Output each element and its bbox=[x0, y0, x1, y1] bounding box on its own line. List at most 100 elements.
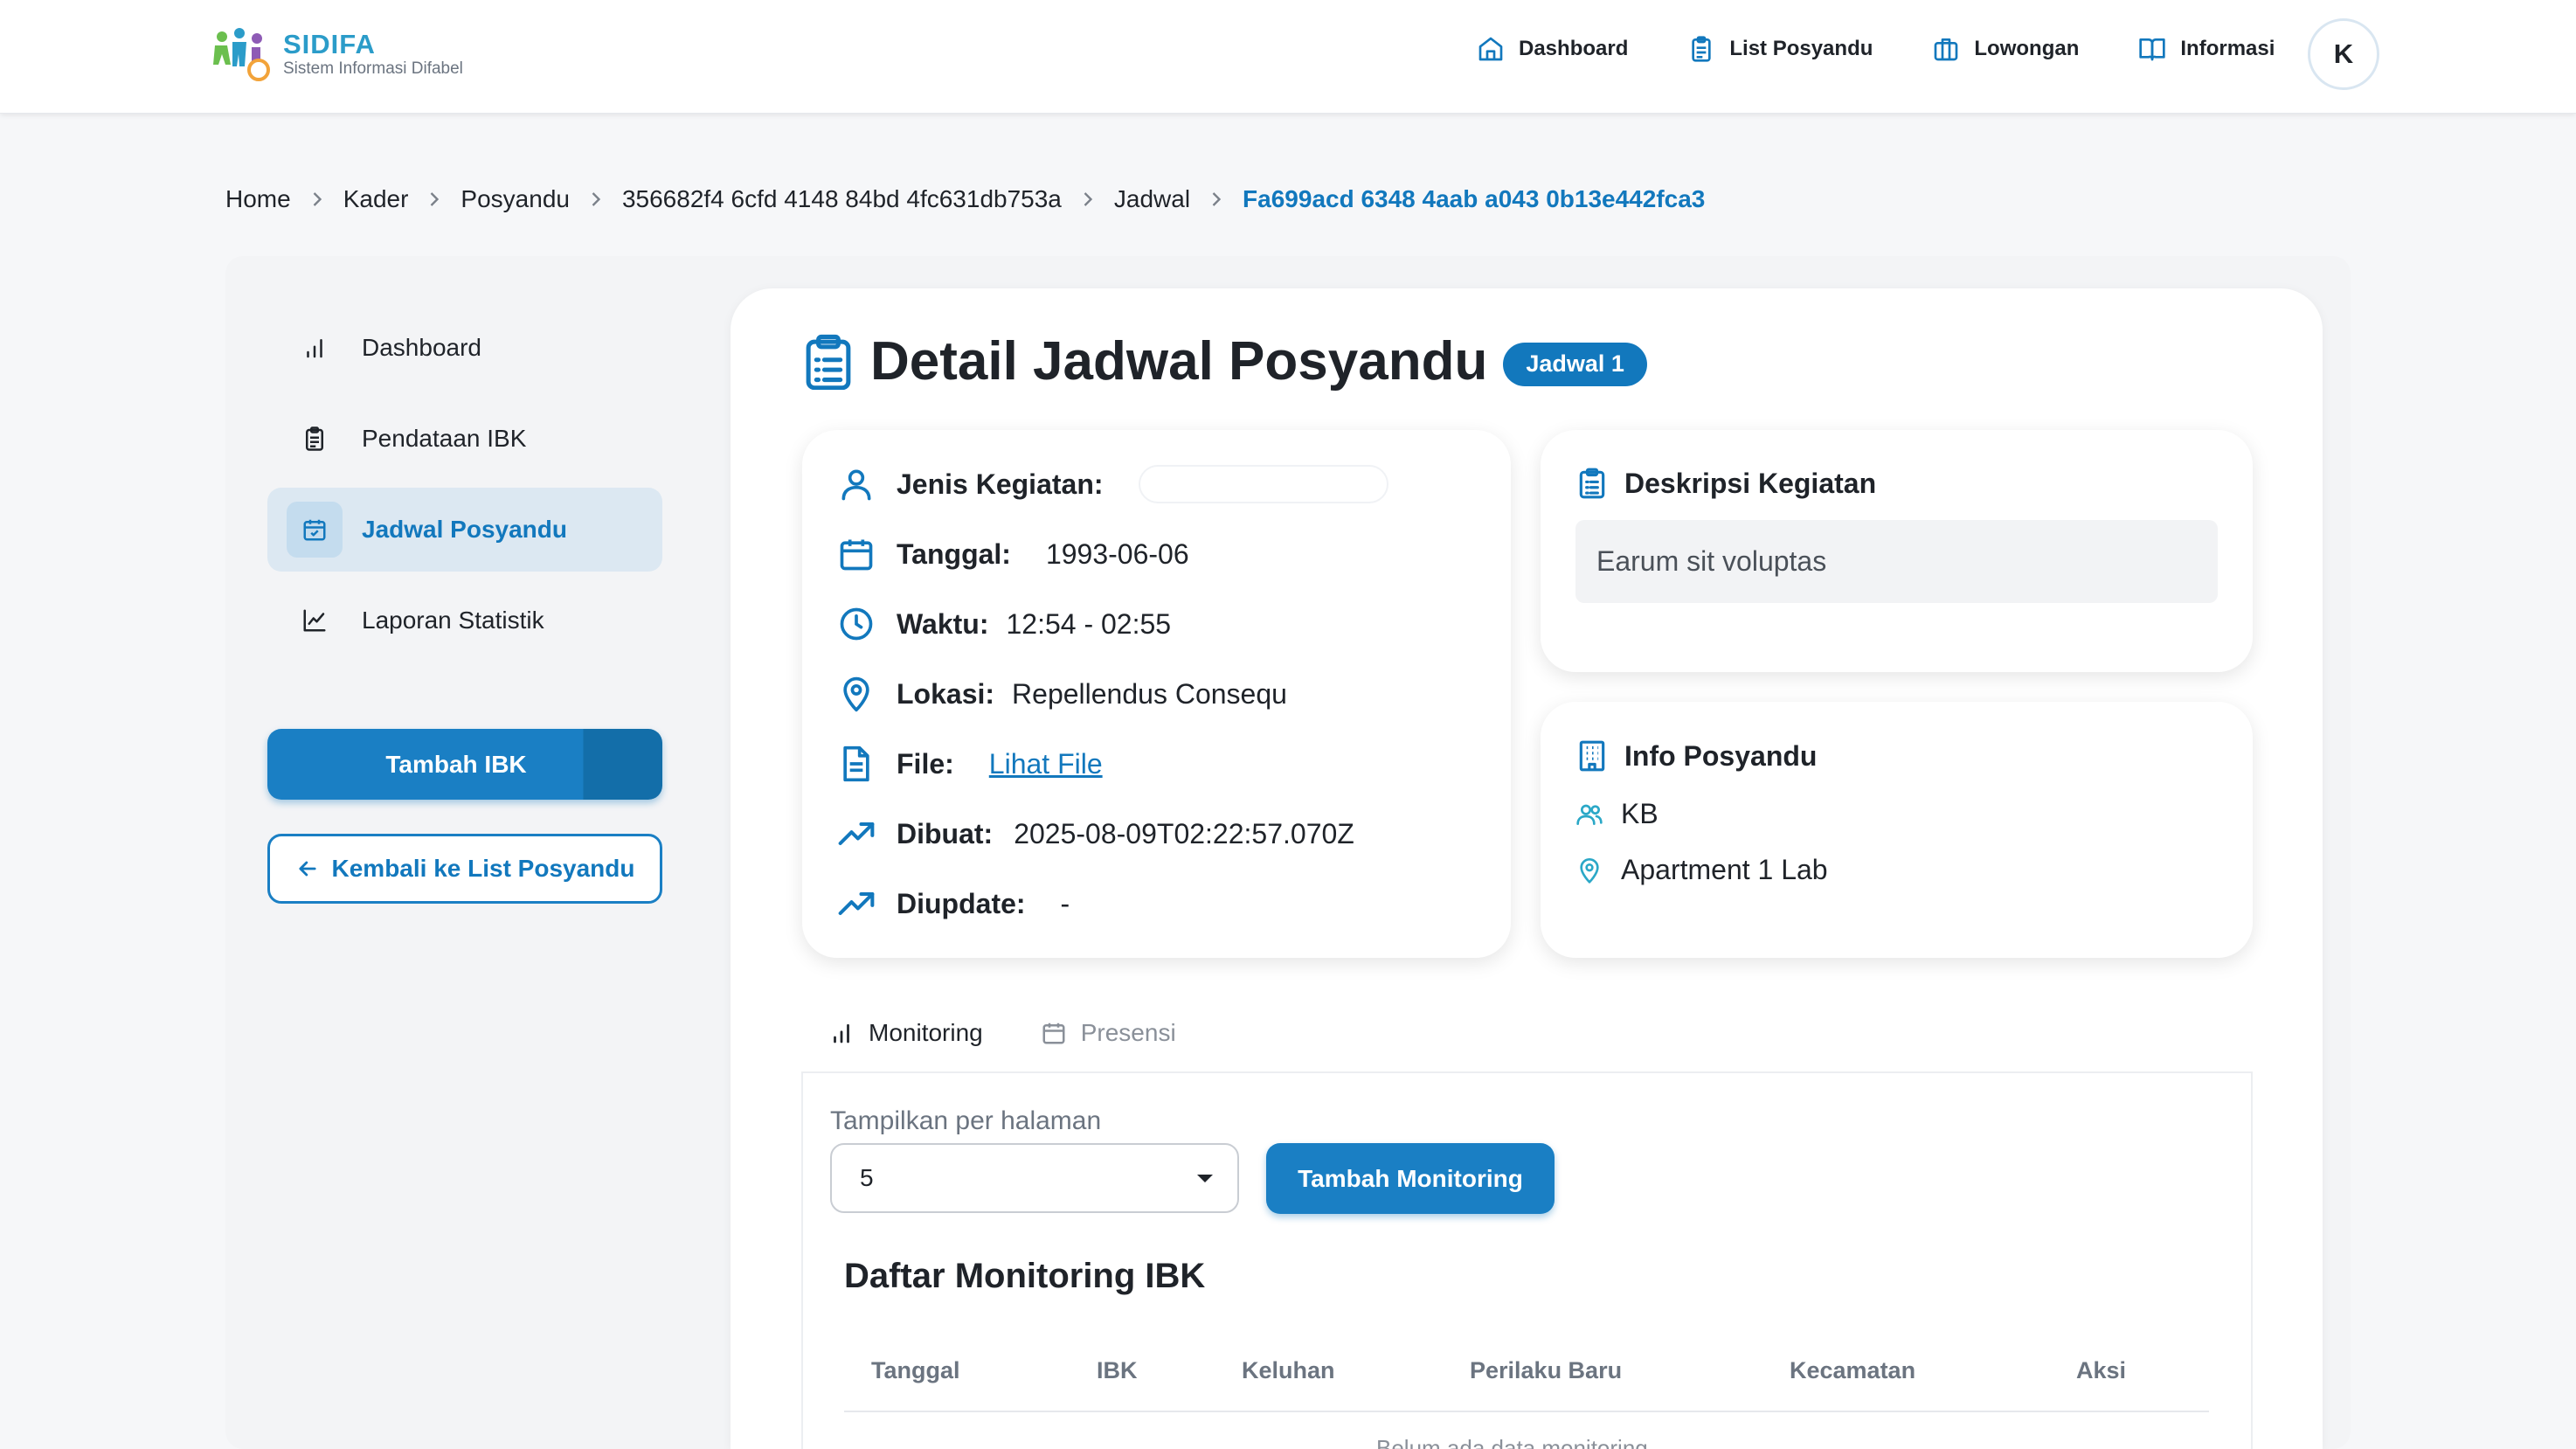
brand[interactable]: SIDIFA Sistem Informasi Difabel bbox=[210, 26, 463, 82]
add-monitoring-button[interactable]: Tambah Monitoring bbox=[1266, 1143, 1555, 1214]
file-text-icon bbox=[843, 745, 869, 782]
chevron-right-icon bbox=[1084, 192, 1093, 206]
posyandu-name: KB bbox=[1621, 798, 1658, 829]
posyandu-location-row: Apartment 1 Lab bbox=[1575, 854, 1828, 886]
trending-up-icon bbox=[838, 822, 875, 846]
nav-lowongan[interactable]: Lowongan bbox=[1932, 35, 2079, 63]
sidebar-item-pendataan-ibk[interactable]: Pendataan IBK bbox=[267, 397, 662, 481]
tab-presensi[interactable]: Presensi bbox=[1041, 1019, 1176, 1047]
breadcrumb-kader[interactable]: Kader bbox=[343, 185, 409, 213]
page-header: Detail Jadwal Posyandu Jadwal 1 bbox=[804, 330, 1647, 392]
lokasi-label: Lokasi: bbox=[897, 677, 995, 710]
clock-icon bbox=[840, 607, 873, 641]
jenis-kegiatan-value bbox=[1138, 465, 1388, 503]
tab-monitoring[interactable]: Monitoring bbox=[828, 1019, 983, 1047]
chevron-right-icon bbox=[592, 192, 601, 206]
sidebar-item-dashboard[interactable]: Dashboard bbox=[267, 306, 662, 390]
empty-table-message: Belum ada data monitoring bbox=[1376, 1435, 1648, 1449]
breadcrumb-posyandu-id[interactable]: 356682f4 6cfd 4148 84bd 4fc631db753a bbox=[622, 185, 1062, 213]
diupdate-value: - bbox=[1060, 887, 1070, 919]
description-text: Earum sit voluptas bbox=[1575, 520, 2218, 603]
posyandu-location: Apartment 1 Lab bbox=[1621, 854, 1828, 885]
description-header: Deskripsi Kegiatan bbox=[1575, 467, 1876, 500]
file-label: File: bbox=[897, 747, 954, 780]
breadcrumb-home[interactable]: Home bbox=[225, 185, 291, 213]
map-pin-icon bbox=[1580, 857, 1599, 884]
table-header-divider bbox=[844, 1411, 2209, 1412]
breadcrumb-posyandu[interactable]: Posyandu bbox=[460, 185, 570, 213]
lokasi-value: Repellendus Consequ bbox=[1012, 677, 1287, 710]
sidebar-item-label: Jadwal Posyandu bbox=[362, 516, 567, 543]
nav-list-posyandu[interactable]: List Posyandu bbox=[1687, 35, 1873, 63]
user-icon bbox=[841, 469, 871, 501]
view-file-link[interactable]: Lihat File bbox=[989, 748, 1103, 780]
posyandu-info-header: Info Posyandu bbox=[1575, 739, 1817, 773]
column-header-perilaku-baru[interactable]: Perilaku Baru bbox=[1470, 1357, 1622, 1384]
posyandu-name-row: KB bbox=[1575, 798, 1658, 830]
posyandu-info-title: Info Posyandu bbox=[1624, 739, 1818, 772]
nav-dashboard-label: Dashboard bbox=[1519, 37, 1629, 60]
brand-name: SIDIFA bbox=[283, 29, 376, 59]
calendar-check-icon bbox=[287, 502, 343, 558]
nav-dashboard[interactable]: Dashboard bbox=[1477, 35, 1628, 63]
clipboard-icon bbox=[1692, 36, 1712, 62]
description-title: Deskripsi Kegiatan bbox=[1624, 467, 1877, 499]
main-nav: Dashboard List Posyandu Lowongan Informa… bbox=[1477, 35, 2275, 63]
nav-informasi-label: Informasi bbox=[2180, 37, 2275, 60]
nav-list-posyandu-label: List Posyandu bbox=[1729, 37, 1873, 60]
detail-tanggal: Tanggal: 1993-06-06 bbox=[837, 535, 1189, 573]
add-ibk-button[interactable]: Tambah IBK bbox=[267, 729, 662, 800]
detail-file: File: Lihat File bbox=[837, 745, 1103, 783]
clipboard-list-icon bbox=[806, 334, 851, 390]
tanggal-value: 1993-06-06 bbox=[1045, 537, 1189, 570]
book-icon bbox=[2139, 38, 2166, 61]
page-title: Detail Jadwal Posyandu bbox=[870, 331, 1488, 392]
back-to-list-label: Kembali ke List Posyandu bbox=[331, 855, 635, 882]
per-page-select[interactable]: 5 bbox=[830, 1143, 1239, 1213]
chevron-right-icon bbox=[313, 192, 322, 206]
briefcase-icon bbox=[1935, 38, 1958, 61]
dibuat-label: Dibuat: bbox=[897, 817, 994, 849]
breadcrumb-jadwal[interactable]: Jadwal bbox=[1114, 185, 1190, 213]
brand-subtitle: Sistem Informasi Difabel bbox=[283, 59, 463, 78]
bar-chart-icon bbox=[834, 1023, 849, 1043]
waktu-label: Waktu: bbox=[897, 607, 989, 640]
bar-chart-icon bbox=[287, 320, 343, 376]
dibuat-value: 2025-08-09T02:22:57.070Z bbox=[1014, 817, 1354, 849]
nav-informasi[interactable]: Informasi bbox=[2138, 35, 2275, 63]
column-header-ibk[interactable]: IBK bbox=[1097, 1357, 1138, 1384]
back-to-list-button[interactable]: Kembali ke List Posyandu bbox=[267, 834, 662, 904]
column-header-tanggal[interactable]: Tanggal bbox=[871, 1357, 960, 1384]
sidifa-logo bbox=[213, 28, 270, 81]
detail-diupdate: Diupdate: - bbox=[837, 884, 1070, 923]
tab-monitoring-label: Monitoring bbox=[869, 1019, 983, 1046]
sidebar-item-label: Pendataan IBK bbox=[362, 425, 527, 452]
column-header-kecamatan[interactable]: Kecamatan bbox=[1790, 1357, 1915, 1384]
map-pin-icon bbox=[843, 676, 869, 712]
caret-down-icon bbox=[1197, 1174, 1213, 1182]
column-header-keluhan[interactable]: Keluhan bbox=[1242, 1357, 1335, 1384]
nav-lowongan-label: Lowongan bbox=[1974, 37, 2080, 60]
tanggal-label: Tanggal: bbox=[897, 537, 1011, 570]
chevron-right-icon bbox=[431, 192, 440, 206]
sidebar: Dashboard Pendataan IBK Jadwal Posyandu … bbox=[267, 306, 662, 669]
detail-tabs: Monitoring Presensi bbox=[828, 1019, 1234, 1047]
detail-jenis-kegiatan: Jenis Kegiatan: bbox=[837, 465, 1388, 503]
jadwal-badge: Jadwal 1 bbox=[1503, 342, 1647, 386]
detail-dibuat: Dibuat: 2025-08-09T02:22:57.070Z bbox=[837, 815, 1354, 853]
chevron-right-icon bbox=[1212, 192, 1222, 206]
home-icon bbox=[1478, 37, 1503, 61]
sidebar-item-jadwal-posyandu[interactable]: Jadwal Posyandu bbox=[267, 488, 662, 572]
breadcrumb-current-jadwal-id: Fa699acd 6348 4aab a043 0b13e442fca3 bbox=[1243, 185, 1706, 212]
tab-presensi-label: Presensi bbox=[1080, 1019, 1176, 1046]
user-avatar[interactable]: K bbox=[2308, 18, 2379, 90]
sidebar-item-label: Laporan Statistik bbox=[362, 607, 544, 634]
per-page-label: Tampilkan per halaman bbox=[830, 1106, 1102, 1135]
waktu-value: 12:54 - 02:55 bbox=[1006, 607, 1172, 640]
building-icon bbox=[1579, 740, 1605, 772]
clipboard-list-icon bbox=[1579, 468, 1605, 499]
monitoring-list-title: Daftar Monitoring IBK bbox=[844, 1257, 1206, 1295]
sidebar-item-label: Dashboard bbox=[362, 334, 481, 361]
sidebar-item-laporan-statistik[interactable]: Laporan Statistik bbox=[267, 579, 662, 662]
calendar-icon bbox=[840, 539, 873, 571]
